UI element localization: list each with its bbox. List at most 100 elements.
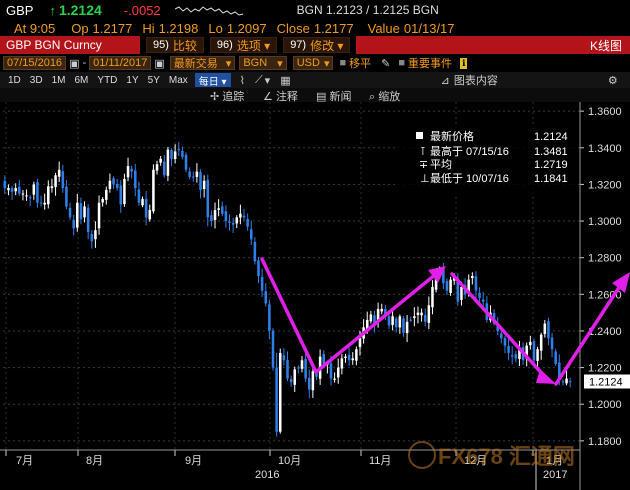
y-tick-label: 1.2200 [588, 363, 622, 375]
y-tick-label: 1.2800 [588, 253, 622, 265]
candle-body [206, 179, 210, 218]
candle-body [163, 161, 166, 176]
period-select[interactable]: 每日 ▾ [194, 73, 231, 88]
y-tick-label: 1.3000 [588, 216, 622, 228]
ticker: GBP [6, 2, 34, 18]
candle-body [217, 208, 220, 210]
timeframe-max[interactable]: Max [165, 73, 192, 87]
candle-body [510, 355, 514, 357]
trend-icon[interactable]: ⟋ [255, 74, 263, 87]
candle-body [7, 188, 10, 191]
timeframe-ytd[interactable]: YTD [93, 73, 121, 87]
security-field[interactable]: GBP BGN Curncy [0, 36, 140, 54]
candle-body [550, 337, 554, 350]
legend-avg-value: 1.2719 [534, 159, 568, 171]
compare-label: 比较 [172, 38, 197, 53]
candle-body [413, 316, 416, 319]
candle-body [166, 149, 170, 176]
year-label: 2016 [255, 469, 279, 481]
chart-content-label[interactable]: 图表内容 [454, 72, 498, 88]
candle-body [474, 276, 478, 291]
candle-body [54, 175, 57, 188]
candle-body [543, 323, 547, 334]
compare-button[interactable]: 95) 比较 [146, 37, 204, 53]
end-date-field[interactable]: 01/11/2017 [89, 56, 152, 70]
edit-button[interactable]: 97) 修改 ▾ [283, 37, 351, 53]
last-price: 1.2124 [58, 2, 102, 18]
candle-body [481, 299, 485, 302]
candle-body [181, 150, 184, 157]
price-chart[interactable]: 1.3600 1.3400 1.3200 1.3000 1.2800 1.2600 1.24… [0, 102, 630, 490]
options-label: 选项 ▾ [236, 38, 271, 53]
currency-select[interactable]: USD ▾ [292, 56, 334, 70]
chart-content-icon[interactable]: ⊿ [441, 74, 450, 87]
candle-body [500, 333, 503, 339]
close-value: 1.2177 [313, 20, 354, 36]
candle-body [228, 221, 231, 223]
watermark-text: FX678 汇通网 [438, 444, 575, 469]
candle-body [25, 195, 28, 197]
price-change: -.0052 [123, 2, 161, 18]
candle-body [300, 360, 304, 369]
end-calendar-icon[interactable]: ▣ [154, 57, 164, 70]
candle-body [137, 189, 141, 203]
line-chart-icon[interactable]: ⌇ [240, 74, 245, 87]
candle-body [130, 168, 133, 172]
event-label: 重要事件 [408, 58, 452, 70]
candle-body [351, 358, 355, 361]
candle-body [126, 166, 130, 178]
candle-body [529, 341, 532, 346]
price-type-select[interactable]: 最新交易 ▾ [169, 56, 236, 70]
timeframe-3d[interactable]: 3D [26, 73, 47, 87]
candle-body [561, 381, 565, 383]
event-checkbox[interactable]: ■ [398, 57, 405, 69]
chevron-down-icon[interactable]: ▾ [265, 74, 271, 87]
candle-body [405, 321, 409, 334]
sparkline-icon [174, 6, 243, 16]
ohlc-bar: At 9:05 Op 1.2177 Hi 1.2198 Lo 1.2097 Cl… [0, 20, 630, 36]
options-button[interactable]: 96) 选项 ▾ [209, 37, 278, 53]
candle-body [391, 316, 394, 325]
event-info-icon[interactable]: ℹ [460, 57, 468, 69]
candle-body [420, 312, 423, 316]
y-tick-label: 1.2000 [588, 399, 622, 411]
candle-body [152, 169, 155, 212]
candle-body [336, 367, 340, 378]
candle-body [514, 354, 518, 359]
last-price-tag-text: 1.2124 [589, 376, 623, 388]
candle-body [503, 338, 507, 346]
start-date-field[interactable]: 07/15/2016 [3, 56, 67, 70]
candlestick-chart[interactable]: 1.36001.34001.32001.30001.28001.26001.24… [0, 102, 630, 490]
candle-body [76, 202, 79, 228]
gear-icon[interactable]: ⚙ [608, 74, 618, 87]
candle-body [202, 180, 206, 190]
table-icon[interactable]: ▦ [280, 74, 290, 87]
timeframe-1y[interactable]: 1Y [122, 73, 142, 87]
candle-body [333, 378, 336, 380]
candle-body [177, 149, 181, 151]
menu-buttons: 95) 比较 96) 选项 ▾ 97) 修改 ▾ [146, 37, 356, 53]
timeframe-5y[interactable]: 5Y [144, 73, 164, 87]
candle-body [278, 352, 282, 432]
candle-body [213, 210, 217, 220]
move-checkbox[interactable]: ■ [339, 57, 346, 69]
candle-body [460, 286, 463, 300]
y-tick-label: 1.3600 [588, 106, 622, 118]
candle-body [307, 377, 311, 390]
candle-body [159, 158, 162, 163]
pencil-icon[interactable]: ✎ [381, 57, 390, 70]
candle-body [423, 315, 427, 322]
timeframe-1d[interactable]: 1D [4, 73, 25, 87]
compare-num: 95) [153, 39, 169, 51]
x-tick-label: 11月 [369, 455, 391, 467]
title-bar: K线图 [356, 36, 630, 54]
candle-body [83, 206, 86, 218]
legend-low-value: 1.1841 [534, 173, 568, 185]
x-tick-label: 8月 [86, 455, 103, 467]
candle-body [394, 318, 398, 328]
timeframe-1m[interactable]: 1M [48, 73, 70, 87]
start-calendar-icon[interactable]: ▣ [69, 57, 79, 70]
timeframe-6m[interactable]: 6M [71, 73, 93, 87]
candle-body [134, 170, 137, 189]
source-select[interactable]: BGN ▾ [239, 56, 287, 70]
